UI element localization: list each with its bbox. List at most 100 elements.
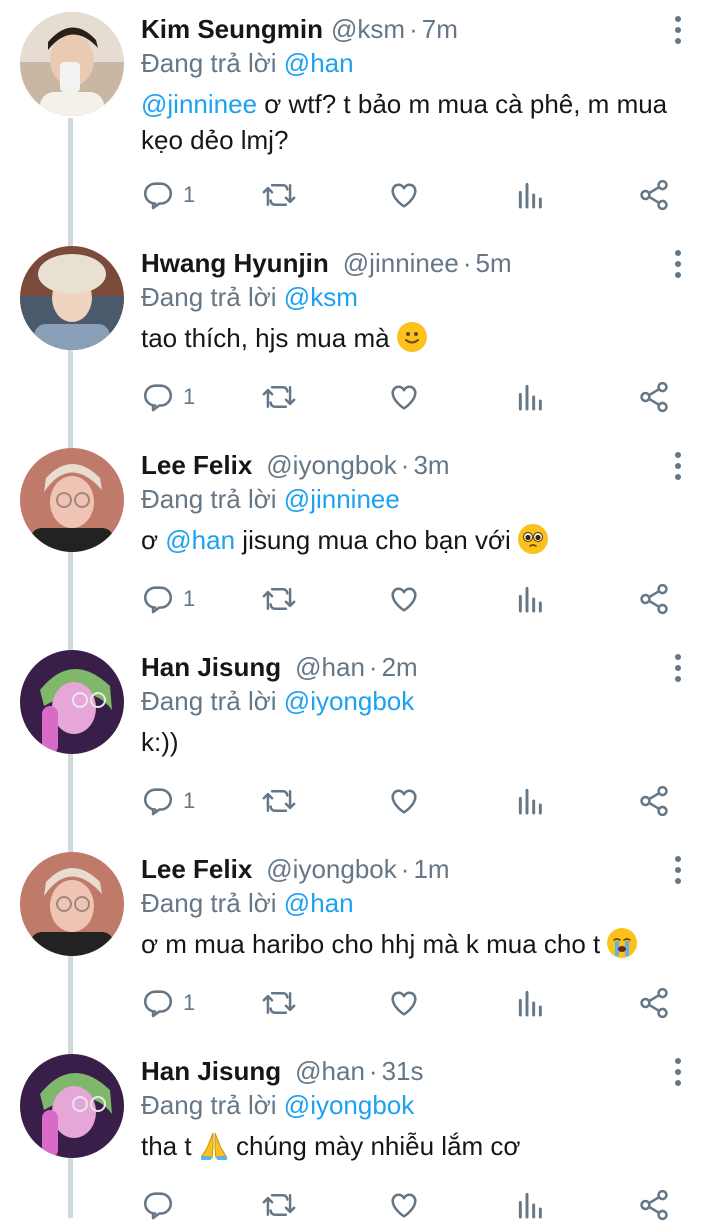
avatar[interactable]	[20, 448, 124, 552]
text-segment: jisung mua cho bạn với	[235, 525, 519, 555]
reply-count: 1	[183, 990, 196, 1015]
reply-to-mention[interactable]: @iyongbok	[284, 1090, 414, 1120]
display-name[interactable]: Hwang Hyunjin	[141, 248, 329, 278]
like-button[interactable]	[387, 1183, 421, 1225]
timestamp[interactable]: 1m	[413, 854, 449, 884]
retweet-button[interactable]	[261, 173, 297, 217]
retweet-button[interactable]	[261, 981, 297, 1025]
timestamp[interactable]: 31s	[382, 1056, 424, 1086]
views-button[interactable]	[515, 173, 547, 217]
tweet[interactable]: Han Jisung @han · 2m Đang trả lời @iyongbok…	[0, 638, 720, 840]
timestamp[interactable]: 2m	[382, 652, 418, 682]
text-segment: tao thích, hjs mua mà	[141, 323, 397, 353]
like-button[interactable]	[387, 779, 421, 823]
display-name[interactable]: Lee Felix	[141, 854, 252, 884]
handle[interactable]: @ksm	[331, 14, 405, 44]
tweet-header: Lee Felix @iyongbok · 3m	[141, 448, 450, 482]
avatar[interactable]	[20, 852, 124, 956]
more-vertical-icon[interactable]	[664, 652, 692, 684]
slightly-smiling-face-icon	[396, 322, 427, 352]
tweet-header: Han Jisung @han · 2m	[141, 650, 418, 684]
reply-button[interactable]: 1	[141, 577, 195, 621]
like-button[interactable]	[387, 577, 421, 621]
separator-dot: ·	[462, 248, 472, 278]
reply-button[interactable]: 1	[141, 173, 195, 217]
more-vertical-icon[interactable]	[664, 1056, 692, 1088]
share-icon	[640, 381, 668, 413]
share-button[interactable]	[637, 779, 671, 823]
share-button[interactable]	[637, 981, 671, 1025]
timestamp[interactable]: 3m	[413, 450, 449, 480]
share-icon	[640, 785, 668, 817]
handle[interactable]: @iyongbok	[266, 450, 396, 480]
reply-button[interactable]: 1	[141, 981, 195, 1025]
handle[interactable]: @han	[295, 652, 365, 682]
retweet-button[interactable]	[261, 577, 297, 621]
reply-button[interactable]	[141, 1183, 183, 1225]
retweet-icon	[262, 588, 296, 610]
avatar[interactable]	[20, 650, 124, 754]
tweet-header: Han Jisung @han · 31s	[141, 1054, 424, 1088]
tweet[interactable]: Han Jisung @han · 31s Đang trả lời @iyongbo…	[0, 1042, 720, 1225]
like-button[interactable]	[387, 173, 421, 217]
retweet-icon	[262, 1194, 296, 1216]
retweet-button[interactable]	[261, 375, 297, 419]
share-button[interactable]	[637, 375, 671, 419]
reply-to-mention[interactable]: @jinninee	[284, 484, 400, 514]
more-vertical-icon[interactable]	[664, 14, 692, 46]
views-button[interactable]	[515, 779, 547, 823]
avatar[interactable]	[20, 12, 124, 116]
tweet[interactable]: Hwang Hyunjin @jinninee · 5m Đang trả lời @…	[0, 234, 720, 436]
display-name[interactable]: Han Jisung	[141, 652, 281, 682]
handle[interactable]: @iyongbok	[266, 854, 396, 884]
share-button[interactable]	[637, 1183, 671, 1225]
text-segment: ơ m mua haribo cho hhj mà k mua cho t	[141, 929, 608, 959]
reply-button[interactable]: 1	[141, 779, 195, 823]
bar-chart-icon	[518, 586, 542, 613]
timestamp[interactable]: 7m	[422, 14, 458, 44]
reply-to-mention[interactable]: @han	[284, 888, 354, 918]
views-button[interactable]	[515, 981, 547, 1025]
replying-to: Đang trả lời @han	[141, 46, 354, 80]
more-vertical-icon[interactable]	[664, 248, 692, 280]
heart-icon	[391, 183, 417, 208]
more-vertical-icon[interactable]	[664, 854, 692, 886]
mention-link[interactable]: @jinninee	[141, 89, 257, 119]
text-segment: tha t	[141, 1131, 199, 1161]
handle[interactable]: @jinninee	[343, 248, 459, 278]
share-icon	[640, 987, 668, 1019]
pleading-face-icon	[518, 524, 549, 554]
display-name[interactable]: Han Jisung	[141, 1056, 281, 1086]
views-button[interactable]	[515, 375, 547, 419]
replying-to: Đang trả lời @jinninee	[141, 482, 400, 516]
display-name[interactable]: Lee Felix	[141, 450, 252, 480]
tweet[interactable]: Kim Seungmin @ksm · 7m Đang trả lời @han @j…	[0, 0, 720, 234]
reply-prefix: Đang trả lời	[141, 686, 277, 716]
tweet[interactable]: Lee Felix @iyongbok · 1m Đang trả lời @han …	[0, 840, 720, 1042]
avatar[interactable]	[20, 246, 124, 350]
share-button[interactable]	[637, 577, 671, 621]
like-button[interactable]	[387, 375, 421, 419]
bar-chart-icon	[518, 384, 542, 411]
retweet-button[interactable]	[261, 779, 297, 823]
reply-prefix: Đang trả lời	[141, 48, 277, 78]
avatar[interactable]	[20, 1054, 124, 1158]
retweet-button[interactable]	[261, 1183, 297, 1225]
display-name[interactable]: Kim Seungmin	[141, 14, 323, 44]
reply-button[interactable]: 1	[141, 375, 195, 419]
tweet-text: tha t chúng mày nhiễu lắm cơ	[141, 1128, 681, 1164]
timestamp[interactable]: 5m	[475, 248, 511, 278]
more-vertical-icon[interactable]	[664, 450, 692, 482]
share-button[interactable]	[637, 173, 671, 217]
reply-to-mention[interactable]: @ksm	[284, 282, 358, 312]
like-button[interactable]	[387, 981, 421, 1025]
mention-link[interactable]: @han	[165, 525, 235, 555]
tweet-header: Lee Felix @iyongbok · 1m	[141, 852, 450, 886]
tweet[interactable]: Lee Felix @iyongbok · 3m Đang trả lời @jinn…	[0, 436, 720, 638]
handle[interactable]: @han	[295, 1056, 365, 1086]
heart-icon	[391, 789, 417, 814]
reply-to-mention[interactable]: @han	[284, 48, 354, 78]
views-button[interactable]	[515, 1183, 547, 1225]
reply-to-mention[interactable]: @iyongbok	[284, 686, 414, 716]
views-button[interactable]	[515, 577, 547, 621]
